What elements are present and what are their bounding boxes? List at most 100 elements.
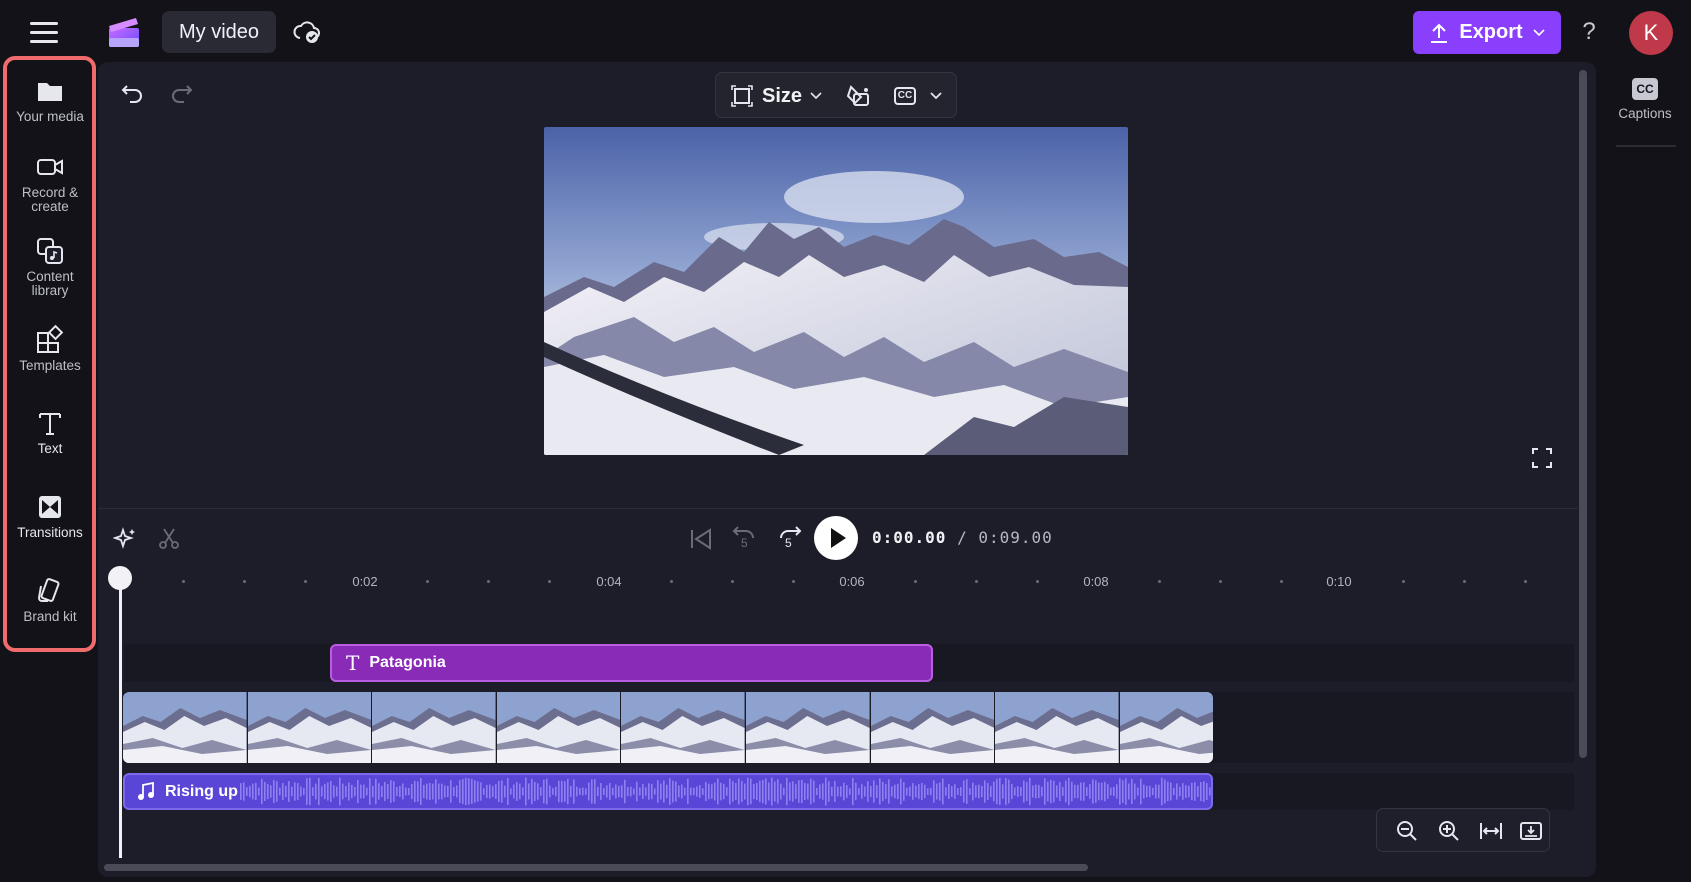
ruler-tick xyxy=(1280,580,1283,583)
playhead-handle[interactable] xyxy=(108,566,132,590)
chevron-down-icon xyxy=(1533,28,1545,36)
zoom-in-icon[interactable] xyxy=(1437,819,1461,843)
rewind-seconds: 5 xyxy=(741,536,748,550)
fill-background-icon[interactable] xyxy=(844,82,872,110)
avatar[interactable]: K xyxy=(1629,11,1673,55)
captions-toggle-icon[interactable]: CC xyxy=(894,87,916,105)
ruler-tick xyxy=(670,580,673,583)
sidebar-item-label: Brand kit xyxy=(23,609,77,624)
video-thumbnail xyxy=(123,692,248,763)
text-clip-label: Patagonia xyxy=(369,654,446,671)
sidebar-item-label: Text xyxy=(37,441,63,456)
right-panel xyxy=(1596,66,1691,882)
chevron-down-icon[interactable] xyxy=(929,88,943,102)
video-thumbnail xyxy=(496,692,622,763)
help-button[interactable]: ? xyxy=(1577,17,1601,47)
video-preview[interactable] xyxy=(544,127,1128,455)
sidebar-item-record-create[interactable]: Record & create xyxy=(7,152,93,214)
transitions-icon xyxy=(39,496,61,518)
sidebar-item-templates[interactable]: Templates xyxy=(7,325,93,373)
playhead-line xyxy=(119,578,122,858)
ruler-tick xyxy=(243,580,246,583)
ruler-label: 0:08 xyxy=(1083,574,1109,589)
sidebar-item-label: Record & create xyxy=(21,185,79,214)
rewind-5-button[interactable]: 5 xyxy=(732,524,758,552)
scissors-icon[interactable] xyxy=(157,526,181,550)
preview-toolbar: Size CC xyxy=(715,72,957,118)
timeline-divider xyxy=(98,508,1578,509)
export-label: Export xyxy=(1459,21,1523,43)
clipchamp-logo-icon xyxy=(109,18,139,47)
skip-to-start-icon[interactable] xyxy=(688,527,714,551)
video-clip[interactable] xyxy=(123,692,1213,763)
undo-icon[interactable] xyxy=(120,80,146,106)
video-thumbnail xyxy=(372,692,497,763)
right-panel-divider xyxy=(1616,145,1676,147)
sidebar-item-label: Transitions xyxy=(17,525,83,540)
captions-label: Captions xyxy=(1618,106,1672,121)
video-thumbnail xyxy=(870,692,996,763)
sidebar-item-content-library[interactable]: Content library xyxy=(7,236,93,298)
ruler-label: 0:10 xyxy=(1326,574,1352,589)
timecode: 0:00.00 / 0:09.00 xyxy=(872,528,1053,547)
fullscreen-icon[interactable] xyxy=(1530,446,1554,470)
video-camera-icon xyxy=(37,159,63,175)
sidebar-item-label: Templates xyxy=(19,358,81,373)
ruler-tick xyxy=(548,580,551,583)
vertical-scrollbar[interactable] xyxy=(1579,70,1587,758)
size-button[interactable]: Size xyxy=(730,81,822,111)
sidebar-item-label: Content library xyxy=(26,269,74,298)
fit-to-timeline-icon[interactable] xyxy=(1479,819,1503,843)
current-time: 0:00.00 xyxy=(872,528,947,547)
forward-seconds: 5 xyxy=(785,536,792,550)
ruler-tick xyxy=(1036,580,1039,583)
video-thumbnail xyxy=(1119,692,1213,763)
video-thumbnail xyxy=(621,692,746,763)
ruler-label: 0:06 xyxy=(839,574,865,589)
content-library-icon xyxy=(37,238,63,264)
folder-icon xyxy=(38,83,62,101)
ruler-tick xyxy=(304,580,307,583)
expand-timeline-icon[interactable] xyxy=(1519,819,1543,843)
chevron-down-icon xyxy=(810,92,822,100)
sidebar-item-text[interactable]: Text xyxy=(7,408,93,456)
play-button[interactable] xyxy=(814,516,858,560)
project-title-button[interactable]: My video xyxy=(162,11,277,53)
captions-button[interactable]: CC Captions xyxy=(1604,78,1686,121)
cloud-saved-icon[interactable] xyxy=(292,17,322,47)
sidebar-item-label: Your media xyxy=(16,109,84,124)
sidebar-item-transitions[interactable]: Transitions xyxy=(7,492,93,540)
time-separator: / xyxy=(946,528,979,547)
ruler-tick xyxy=(1524,580,1527,583)
ruler-tick xyxy=(426,580,429,583)
export-button[interactable]: Export xyxy=(1413,11,1561,54)
timeline-zoom-controls xyxy=(1376,808,1550,852)
total-duration: 0:09.00 xyxy=(978,528,1053,547)
menu-icon[interactable] xyxy=(30,22,58,44)
music-note-icon xyxy=(138,781,154,800)
horizontal-scrollbar[interactable] xyxy=(104,864,1088,871)
ruler-label: 0:04 xyxy=(596,574,622,589)
text-icon xyxy=(39,413,61,435)
aspect-ratio-icon xyxy=(731,85,753,107)
video-thumbnail xyxy=(745,692,871,763)
video-thumbnail xyxy=(247,692,373,763)
text-clip[interactable]: T Patagonia xyxy=(330,644,933,682)
audio-waveform xyxy=(240,777,1211,806)
audio-clip[interactable]: Rising up xyxy=(123,773,1213,810)
ruler-tick xyxy=(1402,580,1405,583)
redo-icon[interactable] xyxy=(168,80,194,106)
ruler-tick xyxy=(975,580,978,583)
ruler-tick xyxy=(1219,580,1222,583)
sidebar-item-brand-kit[interactable]: Brand kit xyxy=(7,576,93,624)
sidebar-item-your-media[interactable]: Your media xyxy=(7,76,93,124)
templates-icon xyxy=(37,325,64,353)
forward-5-button[interactable]: 5 xyxy=(776,524,802,552)
ruler-tick xyxy=(487,580,490,583)
cc-icon: CC xyxy=(1632,78,1658,100)
ruler-tick xyxy=(1463,580,1466,583)
brand-kit-icon xyxy=(37,578,60,602)
magic-sparkle-icon[interactable] xyxy=(113,526,137,550)
text-clip-icon: T xyxy=(346,651,360,675)
zoom-out-icon[interactable] xyxy=(1395,819,1419,843)
